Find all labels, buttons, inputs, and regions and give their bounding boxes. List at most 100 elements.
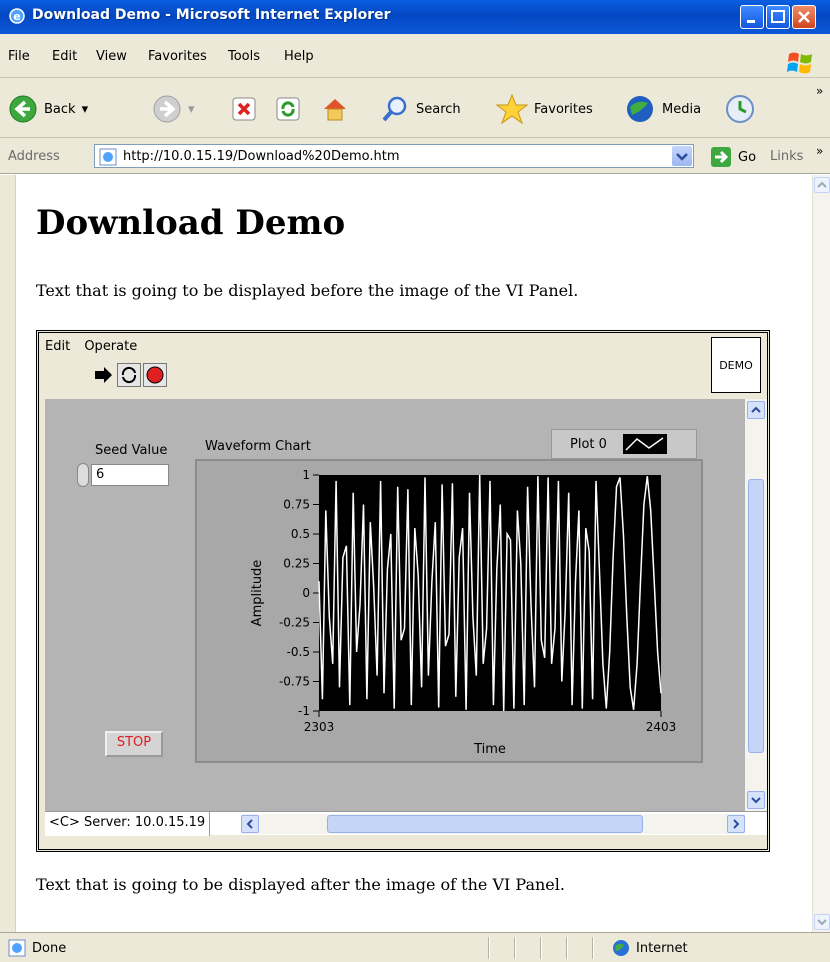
maximize-icon (771, 10, 785, 23)
server-text: <C> Server: 10.0.15.19 (45, 812, 211, 836)
page-icon (8, 939, 26, 957)
run-arrow-icon (95, 367, 112, 383)
y-tick-label: -0.25 (279, 616, 310, 630)
scroll-left-button[interactable] (241, 815, 259, 833)
scroll-down-button[interactable] (747, 791, 765, 809)
menu-tools[interactable]: Tools (228, 49, 260, 64)
menu-favorites[interactable]: Favorites (148, 49, 207, 64)
home-icon (324, 99, 346, 121)
scroll-thumb[interactable] (327, 815, 643, 833)
go-label: Go (738, 149, 757, 165)
menu-file[interactable]: File (8, 49, 30, 64)
menu-help[interactable]: Help (284, 49, 314, 64)
maximize-button[interactable] (766, 5, 790, 29)
menu-bar: File Edit View Favorites Tools Help (0, 34, 830, 78)
vi-status-bar: <C> Server: 10.0.15.19 (45, 811, 767, 836)
y-tick-label: 0.5 (291, 527, 310, 541)
text-before: Text that is going to be displayed befor… (36, 281, 579, 300)
x-axis-label: Time (473, 742, 506, 757)
toolbar: Back ▾ ▾ Search Favorites Media » (0, 78, 830, 138)
chevron-down-icon (817, 919, 827, 926)
legend-swatch (622, 434, 667, 454)
address-dropdown-button[interactable] (672, 146, 692, 166)
chart-frame: 1 0.75 0.5 0.25 0 -0.25 -0.5 -0.75 -1 2303 2403 Tim… (195, 459, 703, 763)
title-bar: e Download Demo - Microsoft Internet Exp… (0, 0, 830, 34)
scroll-up-button[interactable] (814, 177, 830, 193)
vi-menu-edit[interactable]: Edit (45, 339, 70, 354)
text-after: Text that is going to be displayed after… (36, 875, 565, 894)
media-button[interactable]: Media (624, 92, 701, 126)
abort-button[interactable] (143, 363, 167, 387)
history-button[interactable] (724, 92, 756, 126)
links-button[interactable]: Links (770, 149, 803, 164)
increment-decrement-icon[interactable] (77, 463, 89, 487)
minimize-button[interactable] (740, 5, 764, 29)
scroll-up-button[interactable] (747, 401, 765, 419)
vi-panel: Edit Operate DEMO Seed Value 6 STOP Wave… (36, 330, 770, 852)
search-button[interactable]: Search (380, 92, 461, 126)
status-done: Done (8, 939, 66, 957)
favorites-button[interactable]: Favorites (496, 92, 593, 126)
history-icon (726, 95, 754, 123)
status-text: Done (32, 940, 67, 956)
windows-logo-icon (787, 52, 812, 74)
y-axis-label: Amplitude (250, 560, 265, 627)
links-overflow-icon[interactable]: » (816, 144, 823, 158)
x-tick-label: 2403 (646, 720, 677, 734)
vi-menu-operate[interactable]: Operate (84, 339, 137, 354)
run-button[interactable] (91, 363, 115, 387)
minimize-icon (747, 20, 755, 23)
scroll-thumb[interactable] (748, 479, 764, 753)
page-content: Download Demo Text that is going to be d… (16, 175, 812, 932)
status-divider (488, 937, 490, 959)
seed-value-input[interactable]: 6 (91, 464, 169, 486)
chevron-down-icon[interactable]: ▾ (188, 102, 195, 117)
panel-horizontal-scrollbar[interactable] (241, 814, 745, 834)
chevron-left-icon (246, 819, 253, 829)
address-url: http://10.0.15.19/Download%20Demo.htm (123, 149, 400, 164)
chevron-up-icon (817, 181, 827, 188)
stop-vi-button[interactable]: STOP (105, 731, 163, 757)
toolbar-overflow-icon[interactable]: » (816, 84, 823, 98)
chart-label: Waveform Chart (205, 439, 311, 454)
stop-button[interactable] (230, 92, 258, 126)
scroll-down-button[interactable] (814, 914, 830, 930)
run-continuously-icon (121, 366, 137, 384)
close-icon (798, 11, 810, 23)
forward-button[interactable]: ▾ (152, 92, 195, 126)
close-button[interactable] (792, 5, 816, 29)
chevron-right-icon (733, 819, 740, 829)
run-continuously-button[interactable] (117, 363, 141, 387)
favorites-star-icon (496, 93, 528, 125)
menu-view[interactable]: View (96, 49, 127, 64)
search-icon (382, 96, 407, 122)
globe-icon (613, 940, 629, 956)
forward-arrow-icon (153, 95, 181, 123)
y-tick-label: -0.5 (287, 645, 310, 659)
chevron-up-icon (751, 406, 761, 413)
front-panel: Seed Value 6 STOP Waveform Chart Plot 0 … (45, 399, 745, 811)
go-button[interactable]: Go (710, 146, 756, 168)
address-input[interactable]: http://10.0.15.19/Download%20Demo.htm (94, 144, 694, 168)
go-arrow-icon (711, 147, 731, 167)
status-divider (540, 937, 542, 959)
refresh-icon (276, 97, 300, 121)
home-button[interactable] (320, 92, 350, 126)
back-arrow-icon (9, 95, 37, 123)
window-title: Download Demo - Microsoft Internet Explo… (32, 7, 391, 23)
svg-text:e: e (13, 10, 20, 23)
media-label: Media (662, 101, 702, 117)
page-vertical-scrollbar[interactable] (812, 175, 830, 932)
back-button[interactable]: Back ▾ (8, 92, 88, 126)
left-frame (0, 175, 16, 932)
chevron-down-icon (751, 797, 761, 804)
chevron-down-icon (676, 153, 688, 161)
menu-edit[interactable]: Edit (52, 49, 77, 64)
plot-legend: Plot 0 (551, 429, 697, 459)
refresh-button[interactable] (274, 92, 302, 126)
scroll-right-button[interactable] (727, 815, 745, 833)
panel-vertical-scrollbar[interactable] (745, 399, 767, 811)
chevron-down-icon[interactable]: ▾ (82, 102, 89, 117)
seed-label: Seed Value (95, 443, 168, 458)
abort-icon (146, 366, 164, 384)
